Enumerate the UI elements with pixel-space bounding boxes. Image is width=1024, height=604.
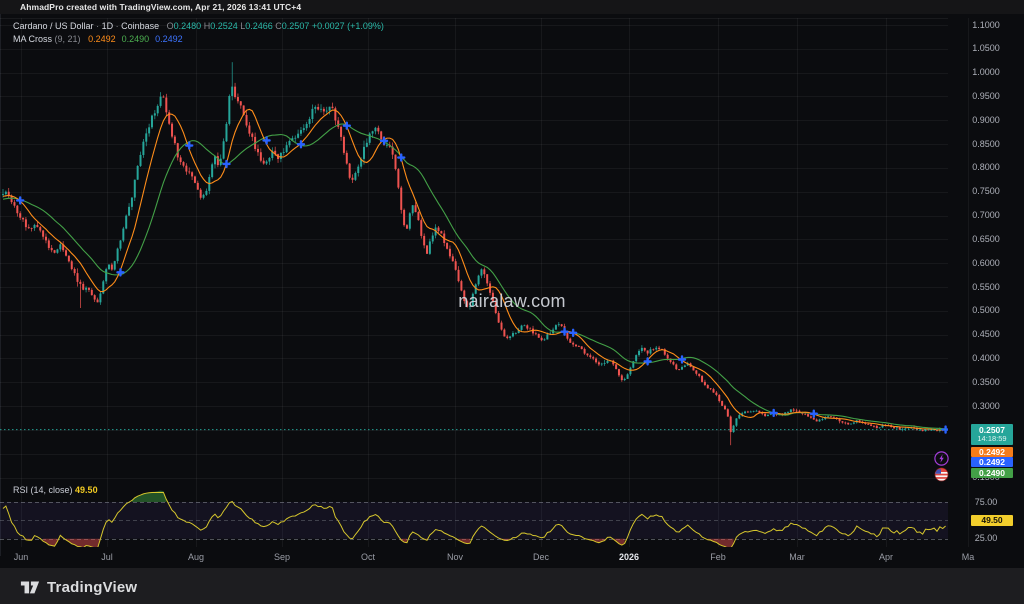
price-tick-label: 0.7000 [952, 210, 1020, 221]
price-tick-label: 0.3000 [952, 401, 1020, 412]
rsi-tick-label: 25.00 [952, 533, 1020, 544]
price-tick-label: 0.7500 [952, 186, 1020, 197]
ohlc-item: H0.2524 [204, 21, 241, 31]
price-tick-label: 0.6500 [952, 234, 1020, 245]
price-tick-label: 1.1000 [952, 20, 1020, 31]
ohlc-item: O0.2480 [167, 21, 204, 31]
ma-cross-badge: 0.2492 [971, 457, 1013, 467]
indicator-name: MA Cross [13, 34, 52, 44]
price-tick-label: 0.8000 [952, 162, 1020, 173]
watermark: nairalaw.com [0, 291, 1024, 312]
ohlc-item: L0.2466 [240, 21, 275, 31]
time-tick-label: Mar [789, 551, 805, 564]
rsi-value: 49.50 [75, 485, 98, 495]
ohlc-values: O0.2480 H0.2524 L0.2466 C0.2507 [167, 21, 312, 31]
time-tick-label: Oct [361, 551, 375, 564]
us-flag-event-icon[interactable] [934, 467, 949, 482]
symbol-legend-row[interactable]: Cardano / US Dollar · 1D · Coinbase O0.2… [13, 20, 384, 33]
price-tick-label: 0.5500 [952, 282, 1020, 293]
indicator-values: 0.2492 0.2490 0.2492 [88, 34, 189, 44]
ma-slow-badge: 0.2490 [971, 468, 1013, 478]
price-tick-label: 0.9500 [952, 91, 1020, 102]
change-value: +0.0027 (+1.09%) [312, 21, 384, 31]
chart-legend: Cardano / US Dollar · 1D · Coinbase O0.2… [13, 20, 384, 45]
tradingview-brand[interactable]: TradingView [20, 577, 137, 597]
tradingview-snapshot: AhmadPro created with TradingView.com, A… [0, 0, 1024, 604]
attribution-text: AhmadPro created with TradingView.com, A… [20, 2, 301, 12]
lightning-bubble-icon[interactable] [934, 451, 949, 466]
timeframe-label: 1D [102, 21, 114, 31]
attribution-bar: AhmadPro created with TradingView.com, A… [0, 0, 1024, 14]
tradingview-logo-icon [20, 577, 40, 597]
last-price-badge: 0.2507 14:18:59 [971, 424, 1013, 445]
price-tick-label: 0.3500 [952, 377, 1020, 388]
indicator-value: 0.2492 [155, 34, 183, 44]
exchange-label: Coinbase [121, 21, 159, 31]
footer: TradingView [0, 568, 1024, 604]
price-tick-label: 0.4500 [952, 329, 1020, 340]
ma-fast-badge: 0.2492 [971, 447, 1013, 457]
indicator-args: (9, 21) [55, 34, 81, 44]
time-tick-label: Nov [447, 551, 463, 564]
time-tick-label: Ma [962, 551, 975, 564]
time-tick-label: Feb [710, 551, 726, 564]
rsi-value-badge: 49.50 [971, 515, 1013, 526]
rsi-legend[interactable]: RSI (14, close) 49.50 [13, 485, 98, 495]
price-tick-label: 1.0000 [952, 67, 1020, 78]
pane-top-hairline [0, 18, 948, 19]
indicator-legend-row[interactable]: MA Cross (9, 21) 0.2492 0.2490 0.2492 [13, 33, 384, 46]
bar-countdown: 14:18:59 [971, 435, 1013, 444]
indicator-value: 0.2492 [88, 34, 116, 44]
symbol-name: Cardano / US Dollar [13, 21, 94, 31]
rsi-tick-label: 75.00 [952, 497, 1020, 508]
price-tick-label: 0.9000 [952, 115, 1020, 126]
rsi-label: RSI (14, close) [13, 485, 73, 495]
time-tick-label: Jul [101, 551, 113, 564]
time-tick-label: Apr [879, 551, 893, 564]
indicator-value: 0.2490 [122, 34, 150, 44]
time-tick-label: Sep [274, 551, 290, 564]
legend-separator2: · [113, 21, 121, 31]
price-tick-label: 0.6000 [952, 258, 1020, 269]
ohlc-item: C0.2507 [275, 21, 312, 31]
time-tick-label: 2026 [619, 551, 639, 564]
price-tick-label: 1.0500 [952, 43, 1020, 54]
price-tick-label: 0.5000 [952, 305, 1020, 316]
time-tick-label: Jun [14, 551, 29, 564]
time-tick-label: Dec [533, 551, 549, 564]
price-tick-label: 0.8500 [952, 139, 1020, 150]
price-tick-label: 0.4000 [952, 353, 1020, 364]
tradingview-wordmark: TradingView [47, 579, 137, 596]
time-tick-label: Aug [188, 551, 204, 564]
